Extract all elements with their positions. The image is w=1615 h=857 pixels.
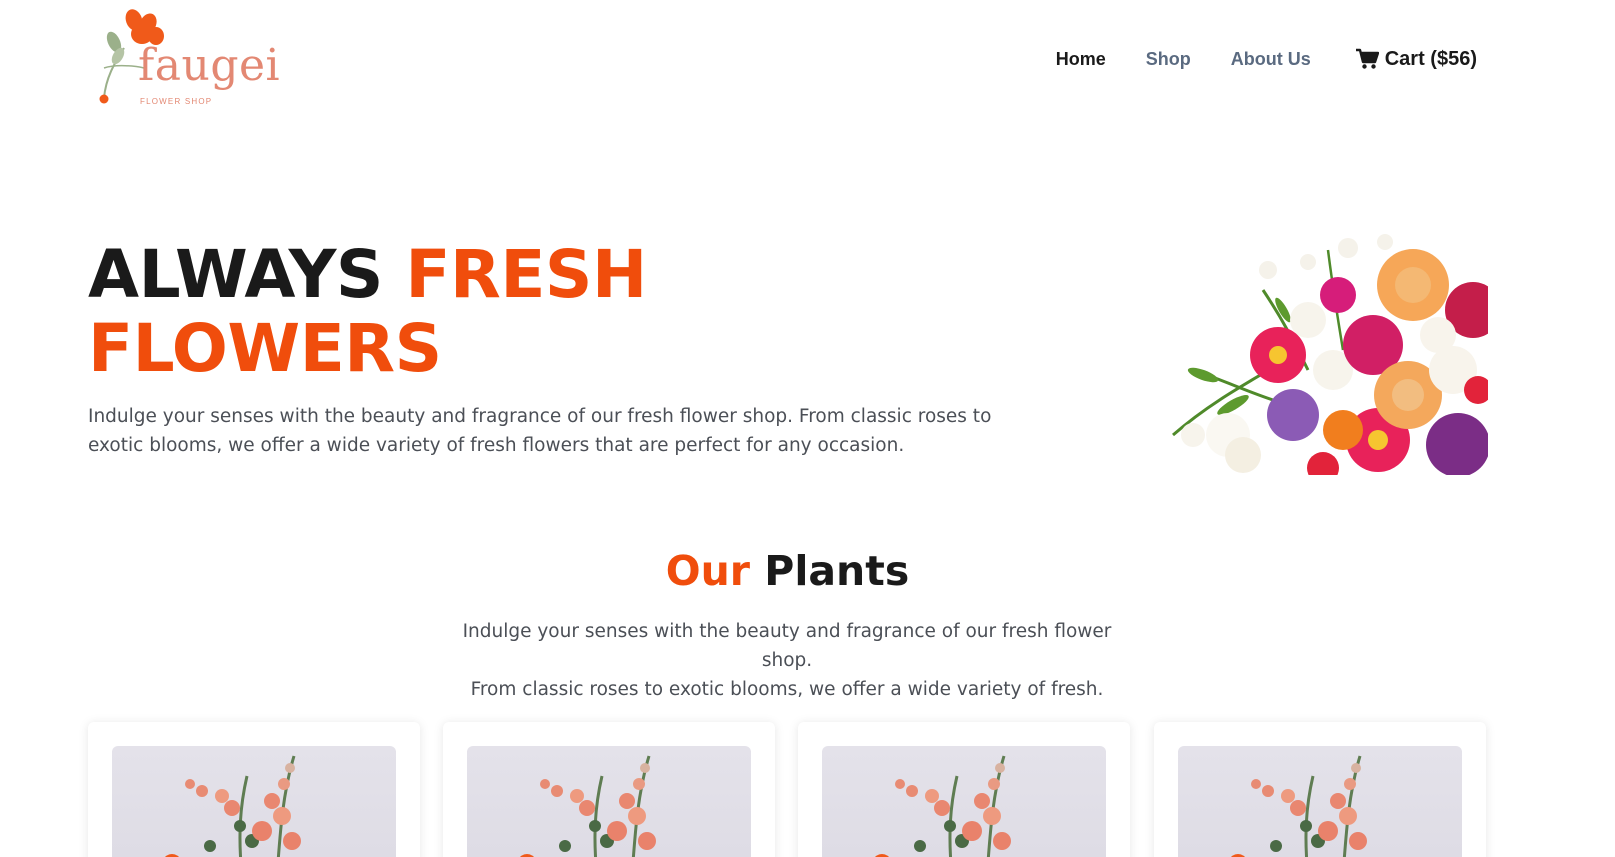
nav-about-us[interactable]: About Us <box>1231 49 1311 70</box>
flower-bouquet-image <box>1133 230 1488 475</box>
section-description: Indulge your senses with the beauty and … <box>437 617 1137 704</box>
section-description-line2: From classic roses to exotic blooms, we … <box>470 679 1104 700</box>
nav-shop[interactable]: Shop <box>1146 49 1191 70</box>
section-description-line1: Indulge your senses with the beauty and … <box>462 621 1112 671</box>
snapdragon-bouquet-image <box>467 746 751 857</box>
brand-tagline: FLOWER SHOP <box>140 97 213 106</box>
product-card[interactable] <box>798 722 1130 857</box>
hero-title-accent-flowers: FLOWERS <box>88 310 442 387</box>
nav-home[interactable]: Home <box>1056 49 1106 70</box>
section-title: Our Plants <box>0 545 1575 597</box>
snapdragon-bouquet-image <box>112 746 396 857</box>
product-card[interactable] <box>1154 722 1486 857</box>
product-card[interactable] <box>443 722 775 857</box>
brand-logo[interactable]: faugei FLOWER SHOP <box>96 6 280 112</box>
product-card[interactable] <box>88 722 420 857</box>
product-grid <box>88 722 1488 857</box>
shopping-cart-icon <box>1355 48 1379 69</box>
hero-title-dark: ALWAYS <box>88 236 406 313</box>
brand-name: faugei <box>138 40 281 91</box>
cart-label: Cart ($56) <box>1384 47 1477 70</box>
hero-title: ALWAYS FRESH FLOWERS <box>88 238 788 386</box>
hero-title-accent-fresh: FRESH <box>405 236 647 313</box>
site-header: faugei FLOWER SHOP Home Shop About Us Ca… <box>0 0 1615 120</box>
cart-button[interactable]: Cart ($56) <box>1355 48 1477 71</box>
section-title-accent: Our <box>665 547 750 595</box>
section-title-dark: Plants <box>764 547 910 595</box>
hero-description: Indulge your senses with the beauty and … <box>88 406 992 456</box>
snapdragon-bouquet-image <box>822 746 1106 857</box>
page: faugei FLOWER SHOP Home Shop About Us Ca… <box>0 0 1615 857</box>
snapdragon-bouquet-image <box>1178 746 1462 857</box>
main-nav: Home Shop About Us Cart ($56) <box>1056 46 1477 72</box>
